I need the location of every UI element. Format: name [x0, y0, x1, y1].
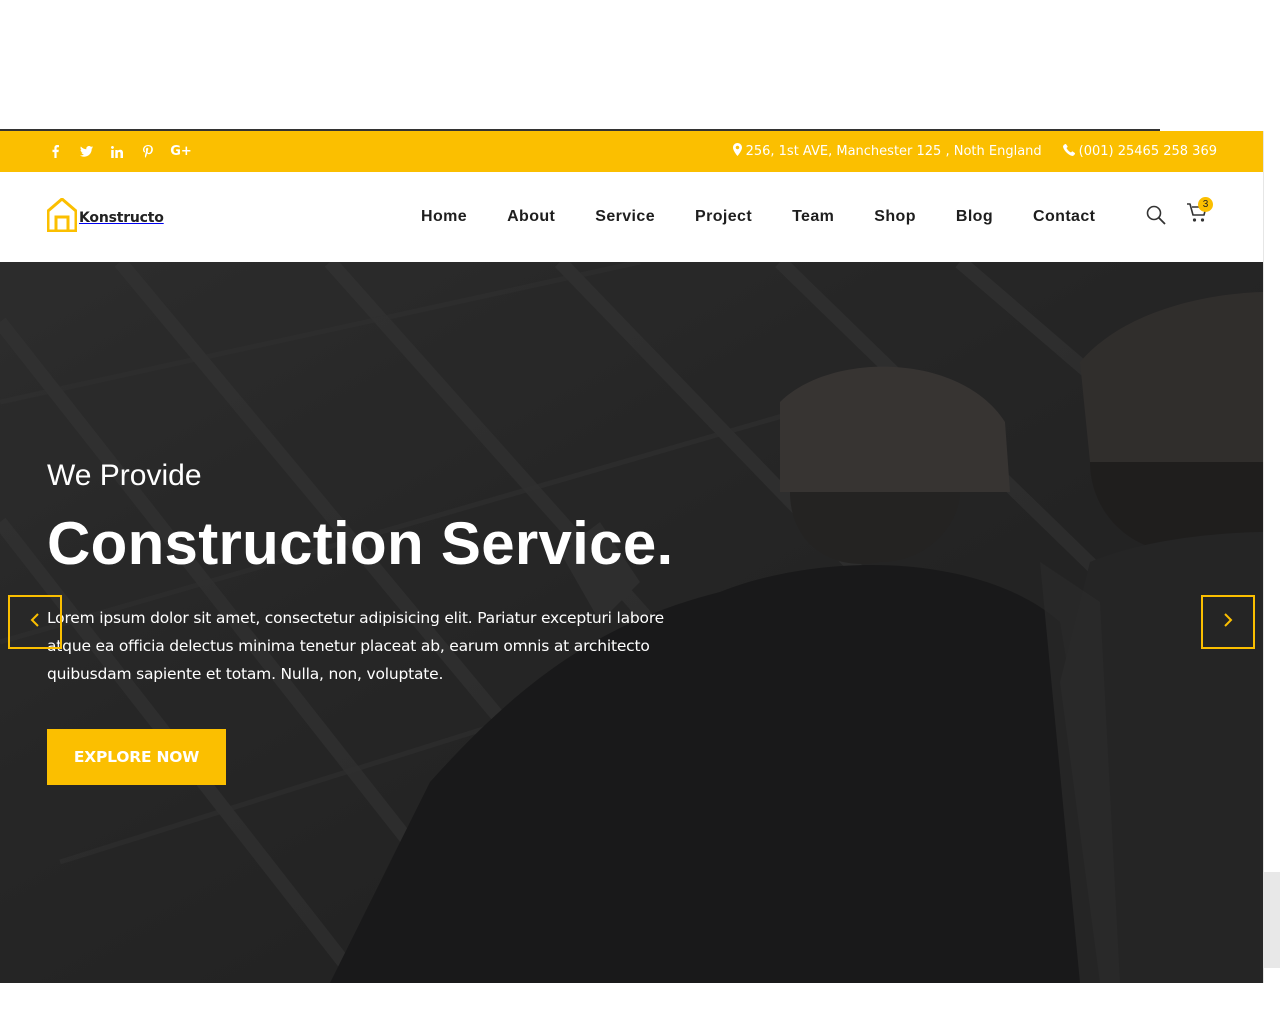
explore-now-button[interactable]: EXPLORE NOW [47, 729, 226, 785]
phone-text: (001) 25465 258 369 [1078, 144, 1217, 159]
chevron-left-icon [30, 612, 40, 633]
hero-title: Construction Service. [47, 510, 674, 577]
menu-item-project[interactable]: Project [675, 208, 772, 226]
pinterest-icon[interactable] [137, 141, 159, 163]
hero-slider: We Provide Construction Service. Lorem i… [0, 262, 1263, 983]
site-logo[interactable]: Konstructo [46, 197, 164, 237]
slider-next-button[interactable] [1201, 595, 1255, 649]
house-logo-icon [46, 197, 78, 237]
twitter-icon[interactable] [75, 141, 97, 163]
hero-content: We Provide Construction Service. Lorem i… [47, 458, 687, 785]
linkedin-icon[interactable] [106, 141, 128, 163]
chevron-right-icon [1223, 612, 1233, 633]
logo-text: Konstructo [79, 209, 164, 226]
cart-button[interactable]: 3 [1184, 197, 1213, 228]
search-icon[interactable] [1144, 203, 1168, 227]
google-plus-icon[interactable]: G+ [168, 141, 194, 163]
top-blank-area [0, 0, 1280, 129]
hero-description: Lorem ipsum dolor sit amet, consectetur … [47, 609, 665, 683]
slider-prev-button[interactable] [8, 595, 62, 649]
hero-subtitle: We Provide [47, 459, 202, 492]
menu-item-blog[interactable]: Blog [936, 208, 1013, 226]
menu-item-shop[interactable]: Shop [854, 208, 936, 226]
phone-icon [1062, 143, 1079, 160]
map-marker-icon [732, 143, 746, 160]
facebook-icon[interactable] [44, 141, 66, 163]
cart-count-badge: 3 [1198, 197, 1213, 212]
phone-item: (001) 25465 258 369 [1062, 143, 1217, 160]
menu-item-contact[interactable]: Contact [1013, 208, 1115, 226]
address-item: 256, 1st AVE, Manchester 125 , Noth Engl… [732, 143, 1042, 160]
nav-icons: 3 [1144, 197, 1213, 228]
menu-item-home[interactable]: Home [401, 208, 487, 226]
main-navbar: Konstructo Home About Service Project Te… [0, 172, 1263, 262]
menu-item-service[interactable]: Service [575, 208, 675, 226]
main-menu: Home About Service Project Team Shop Blo… [401, 172, 1115, 262]
social-links: G+ [44, 131, 203, 172]
contact-info: 256, 1st AVE, Manchester 125 , Noth Engl… [712, 131, 1217, 172]
address-text: 256, 1st AVE, Manchester 125 , Noth Engl… [745, 144, 1042, 159]
menu-item-team[interactable]: Team [772, 208, 854, 226]
page-scrollbar-strip [1263, 131, 1280, 983]
menu-item-about[interactable]: About [487, 208, 575, 226]
topbar: G+ 256, 1st AVE, Manchester 125 , Noth E… [0, 131, 1263, 172]
side-widget [1263, 872, 1280, 968]
